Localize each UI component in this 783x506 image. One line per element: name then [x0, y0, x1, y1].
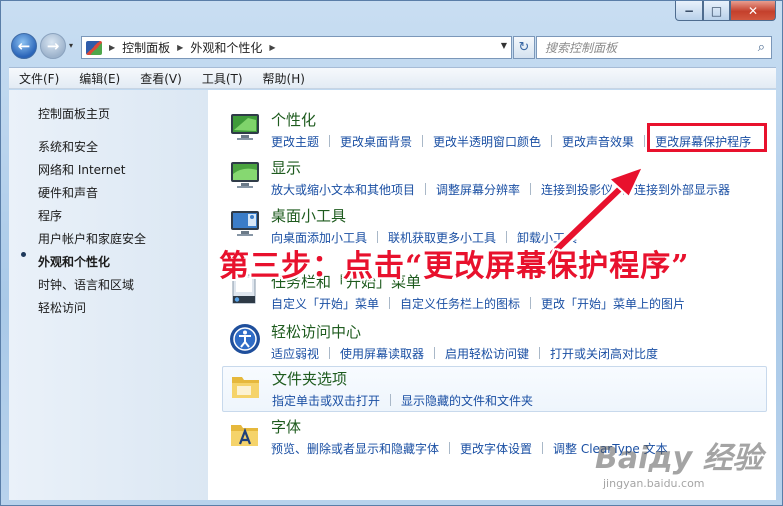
link-change-background[interactable]: 更改桌面背景 — [340, 133, 412, 150]
link-change-theme[interactable]: 更改主题 — [271, 133, 319, 150]
forward-button[interactable]: → — [40, 33, 66, 59]
link-divider — [390, 394, 392, 406]
category-folder-options: 文件夹选项 指定单击或双击打开 显示隐藏的文件和文件夹 — [222, 366, 767, 412]
category-links: 放大或缩小文本和其他项目 调整屏幕分辨率 连接到投影仪 连接到外部显示器 — [271, 181, 730, 198]
close-button[interactable]: ✕ — [730, 1, 776, 21]
link-divider — [329, 347, 331, 359]
search-input[interactable]: 搜索控制面板 ⌕ — [536, 36, 772, 59]
link-divider — [551, 135, 553, 147]
sidebar-item-ease-of-access[interactable]: 轻松访问 — [38, 299, 86, 316]
category-links: 指定单击或双击打开 显示隐藏的文件和文件夹 — [272, 392, 533, 409]
link-divider — [542, 442, 544, 454]
link-divider — [530, 183, 532, 195]
refresh-button[interactable]: ↻ — [513, 36, 535, 59]
link-resolution[interactable]: 调整屏幕分辨率 — [436, 181, 520, 198]
step-annotation: 第三步：点击“更改屏幕保护程序” — [219, 249, 690, 284]
sidebar: 控制面板主页 系统和安全 网络和 Internet 硬件和声音 程序 用户帐户和… — [9, 90, 208, 500]
minimize-button[interactable]: − — [675, 1, 703, 21]
link-divider — [530, 297, 532, 309]
menu-file[interactable]: 文件(F) — [9, 70, 69, 87]
link-start-picture[interactable]: 更改「开始」菜单上的图片 — [541, 295, 685, 312]
navigation-bar: ← → ▾ ▶ 控制面板 ▶ 外观和个性化 ▶ ▼ ↻ 搜索控制面板 ⌕ — [9, 31, 776, 63]
sidebar-item-hardware-sound[interactable]: 硬件和声音 — [38, 184, 98, 201]
link-divider — [425, 183, 427, 195]
sidebar-item-home[interactable]: 控制面板主页 — [38, 105, 110, 122]
caption-buttons: − □ ✕ — [675, 1, 776, 21]
link-divider — [389, 297, 391, 309]
sidebar-item-clock-language[interactable]: 时钟、语言和区域 — [38, 276, 134, 293]
link-show-hidden-files[interactable]: 显示隐藏的文件和文件夹 — [401, 392, 533, 409]
recent-pages-chevron-icon[interactable]: ▾ — [69, 41, 73, 50]
link-taskbar-icons[interactable]: 自定义任务栏上的图标 — [400, 295, 520, 312]
link-divider — [644, 135, 646, 147]
maximize-button[interactable]: □ — [703, 1, 730, 21]
menu-bar: 文件(F) 编辑(E) 查看(V) 工具(T) 帮助(H) — [9, 67, 776, 89]
back-button[interactable]: ← — [11, 33, 37, 59]
link-divider — [449, 442, 451, 454]
ease-of-access-icon[interactable] — [228, 322, 262, 356]
address-bar[interactable]: ▶ 控制面板 ▶ 外观和个性化 ▶ ▼ — [81, 36, 512, 59]
category-links: 适应弱视 使用屏幕读取器 启用轻松访问键 打开或关闭高对比度 — [271, 345, 658, 362]
window-frame: − □ ✕ ← → ▾ ▶ 控制面板 ▶ 外观和个性化 ▶ ▼ ↻ 搜索控制面板… — [0, 0, 783, 506]
address-dropdown-icon[interactable]: ▼ — [501, 41, 507, 50]
breadcrumb-separator-icon[interactable]: ▶ — [177, 43, 183, 52]
link-single-double-click[interactable]: 指定单击或双击打开 — [272, 392, 380, 409]
sidebar-item-appearance[interactable]: 外观和个性化 — [38, 253, 110, 270]
watermark-logo: Baiду 经验 — [595, 441, 763, 476]
folder-options-icon[interactable] — [229, 369, 263, 403]
menu-edit[interactable]: 编辑(E) — [69, 70, 130, 87]
link-divider — [623, 183, 625, 195]
display-icon[interactable] — [228, 158, 262, 192]
breadcrumb-separator-icon[interactable]: ▶ — [109, 43, 115, 52]
link-easy-access-keys[interactable]: 启用轻松访问键 — [445, 345, 529, 362]
link-sound-effects[interactable]: 更改声音效果 — [562, 133, 634, 150]
category-title[interactable]: 显示 — [271, 157, 301, 178]
watermark-url: jingyan.baidu.com — [603, 477, 705, 490]
sidebar-item-programs[interactable]: 程序 — [38, 207, 62, 224]
link-divider — [434, 347, 436, 359]
sidebar-item-system-security[interactable]: 系统和安全 — [38, 138, 98, 155]
link-text-size[interactable]: 放大或缩小文本和其他项目 — [271, 181, 415, 198]
control-panel-icon — [86, 40, 102, 55]
menu-help[interactable]: 帮助(H) — [253, 70, 315, 87]
category-links: 自定义「开始」菜单 自定义任务栏上的图标 更改「开始」菜单上的图片 — [271, 295, 685, 312]
link-high-contrast[interactable]: 打开或关闭高对比度 — [550, 345, 658, 362]
monitor-personalize-icon[interactable] — [228, 110, 262, 144]
link-manage-fonts[interactable]: 预览、删除或者显示和隐藏字体 — [271, 440, 439, 457]
sidebar-item-user-accounts[interactable]: 用户帐户和家庭安全 — [38, 230, 146, 247]
search-placeholder: 搜索控制面板 — [545, 41, 618, 55]
menu-tools[interactable]: 工具(T) — [192, 70, 253, 87]
sidebar-item-network[interactable]: 网络和 Internet — [38, 161, 125, 178]
highlight-box — [647, 123, 767, 152]
breadcrumb-separator-icon[interactable]: ▶ — [269, 43, 275, 52]
link-divider — [422, 135, 424, 147]
link-customize-start[interactable]: 自定义「开始」菜单 — [271, 295, 379, 312]
link-divider — [329, 135, 331, 147]
category-title[interactable]: 轻松访问中心 — [271, 321, 361, 342]
category-title[interactable]: 桌面小工具 — [271, 205, 346, 226]
link-font-settings[interactable]: 更改字体设置 — [460, 440, 532, 457]
category-title[interactable]: 个性化 — [271, 109, 316, 130]
category-display: 显示 放大或缩小文本和其他项目 调整屏幕分辨率 连接到投影仪 连接到外部显示器 — [222, 156, 767, 202]
category-title[interactable]: 文件夹选项 — [272, 368, 347, 389]
fonts-icon[interactable] — [228, 417, 262, 451]
link-window-color[interactable]: 更改半透明窗口颜色 — [433, 133, 541, 150]
active-bullet-icon — [21, 252, 26, 257]
gadgets-icon[interactable] — [228, 206, 262, 240]
category-ease-of-access: 轻松访问中心 适应弱视 使用屏幕读取器 启用轻松访问键 打开或关闭高对比度 — [222, 320, 767, 366]
link-screen-reader[interactable]: 使用屏幕读取器 — [340, 345, 424, 362]
breadcrumb-control-panel[interactable]: 控制面板 — [122, 39, 170, 56]
menu-view[interactable]: 查看(V) — [130, 70, 192, 87]
link-projector[interactable]: 连接到投影仪 — [541, 181, 613, 198]
baidu-watermark: Baiду 经验 jingyan.baidu.com — [595, 433, 763, 490]
breadcrumb-appearance[interactable]: 外观和个性化 — [190, 39, 262, 56]
link-low-vision[interactable]: 适应弱视 — [271, 345, 319, 362]
link-external-display[interactable]: 连接到外部显示器 — [634, 181, 730, 198]
category-title[interactable]: 字体 — [271, 416, 301, 437]
search-icon[interactable]: ⌕ — [758, 40, 765, 55]
link-divider — [539, 347, 541, 359]
